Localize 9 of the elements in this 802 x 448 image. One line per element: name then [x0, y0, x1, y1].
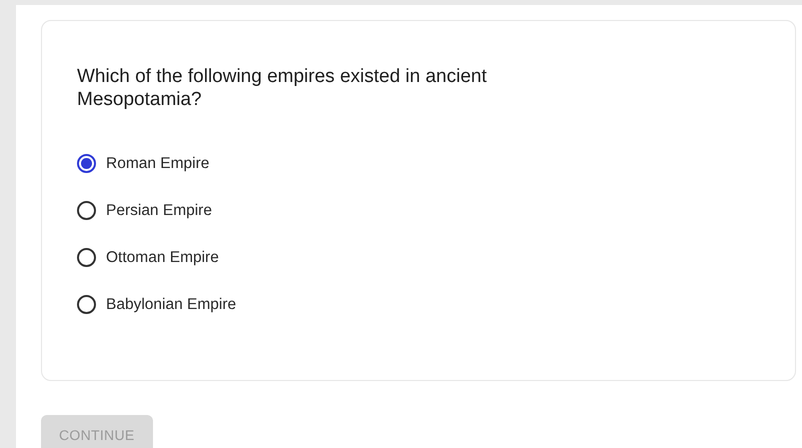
option-label[interactable]: Persian Empire	[106, 198, 212, 222]
question-text: Which of the following empires existed in ancient Mesopotamia?	[77, 65, 488, 111]
option-label[interactable]: Babylonian Empire	[106, 292, 236, 316]
radio-selected[interactable]	[77, 154, 96, 173]
radio-button[interactable]	[77, 248, 96, 267]
radio-button[interactable]	[77, 201, 96, 220]
option-label[interactable]: Ottoman Empire	[106, 246, 219, 270]
option-label[interactable]: Roman Empire	[106, 152, 210, 176]
radio-button[interactable]	[77, 295, 96, 314]
